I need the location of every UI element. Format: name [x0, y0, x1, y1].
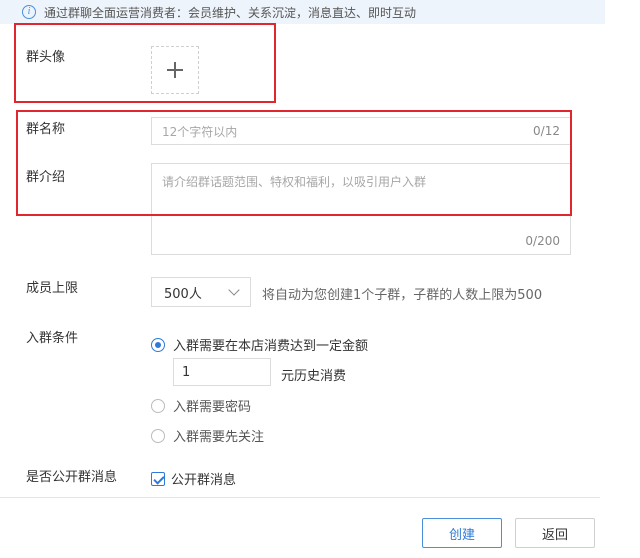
info-text: 通过群聊全面运营消费者：会员维护、关系沉淀，消息直达、即时互动 — [44, 5, 417, 20]
radio-label: 入群需要先关注 — [173, 430, 265, 445]
member-limit-select[interactable]: 500人 — [151, 277, 251, 307]
divider — [0, 497, 600, 498]
intro-label: 群介绍 — [26, 170, 66, 185]
radio-unselected-icon[interactable] — [151, 398, 165, 413]
group-name-placeholder: 12个字符以内 — [162, 124, 238, 139]
amount-value: 1 — [182, 364, 191, 380]
plus-icon — [167, 62, 183, 78]
condition-label: 入群条件 — [26, 331, 79, 346]
member-limit-value: 500人 — [164, 286, 202, 302]
back-button[interactable]: 返回 — [515, 518, 595, 548]
radio-unselected-icon[interactable] — [151, 428, 165, 443]
name-label: 群名称 — [26, 122, 66, 137]
info-bar: i 通过群聊全面运营消费者：会员维护、关系沉淀，消息直达、即时互动 — [0, 0, 605, 24]
avatar-label: 群头像 — [26, 50, 66, 65]
info-icon: i — [22, 5, 36, 19]
public-checkbox-label: 公开群消息 — [171, 473, 237, 488]
radio-label: 入群需要密码 — [173, 400, 252, 415]
limit-label: 成员上限 — [26, 281, 79, 296]
radio-label: 入群需要在本店消费达到一定金额 — [173, 339, 369, 354]
radio-option-spend[interactable]: 入群需要在本店消费达到一定金额 — [151, 335, 368, 354]
group-name-input[interactable]: 12个字符以内 0/12 — [151, 117, 571, 145]
public-messages-checkbox[interactable]: 公开群消息 — [151, 469, 236, 488]
group-name-counter: 0/12 — [533, 124, 560, 138]
group-intro-placeholder: 请介绍群话题范围、特权和福利，以吸引用户入群 — [162, 175, 427, 189]
amount-suffix: 元历史消费 — [281, 369, 347, 384]
create-button[interactable]: 创建 — [422, 518, 502, 548]
radio-option-follow[interactable]: 入群需要先关注 — [151, 426, 264, 445]
radio-option-password[interactable]: 入群需要密码 — [151, 396, 251, 415]
amount-input[interactable]: 1 — [173, 358, 271, 386]
member-limit-hint: 将自动为您创建1个子群，子群的人数上限为500 — [262, 288, 543, 303]
group-intro-counter: 0/200 — [525, 234, 560, 248]
checkbox-checked-icon[interactable] — [151, 471, 165, 486]
chevron-down-icon — [228, 284, 240, 296]
group-intro-textarea[interactable]: 请介绍群话题范围、特权和福利，以吸引用户入群 0/200 — [151, 163, 571, 255]
radio-selected-icon[interactable] — [151, 337, 165, 352]
avatar-upload-button[interactable] — [151, 46, 199, 94]
public-label: 是否公开群消息 — [26, 470, 118, 485]
